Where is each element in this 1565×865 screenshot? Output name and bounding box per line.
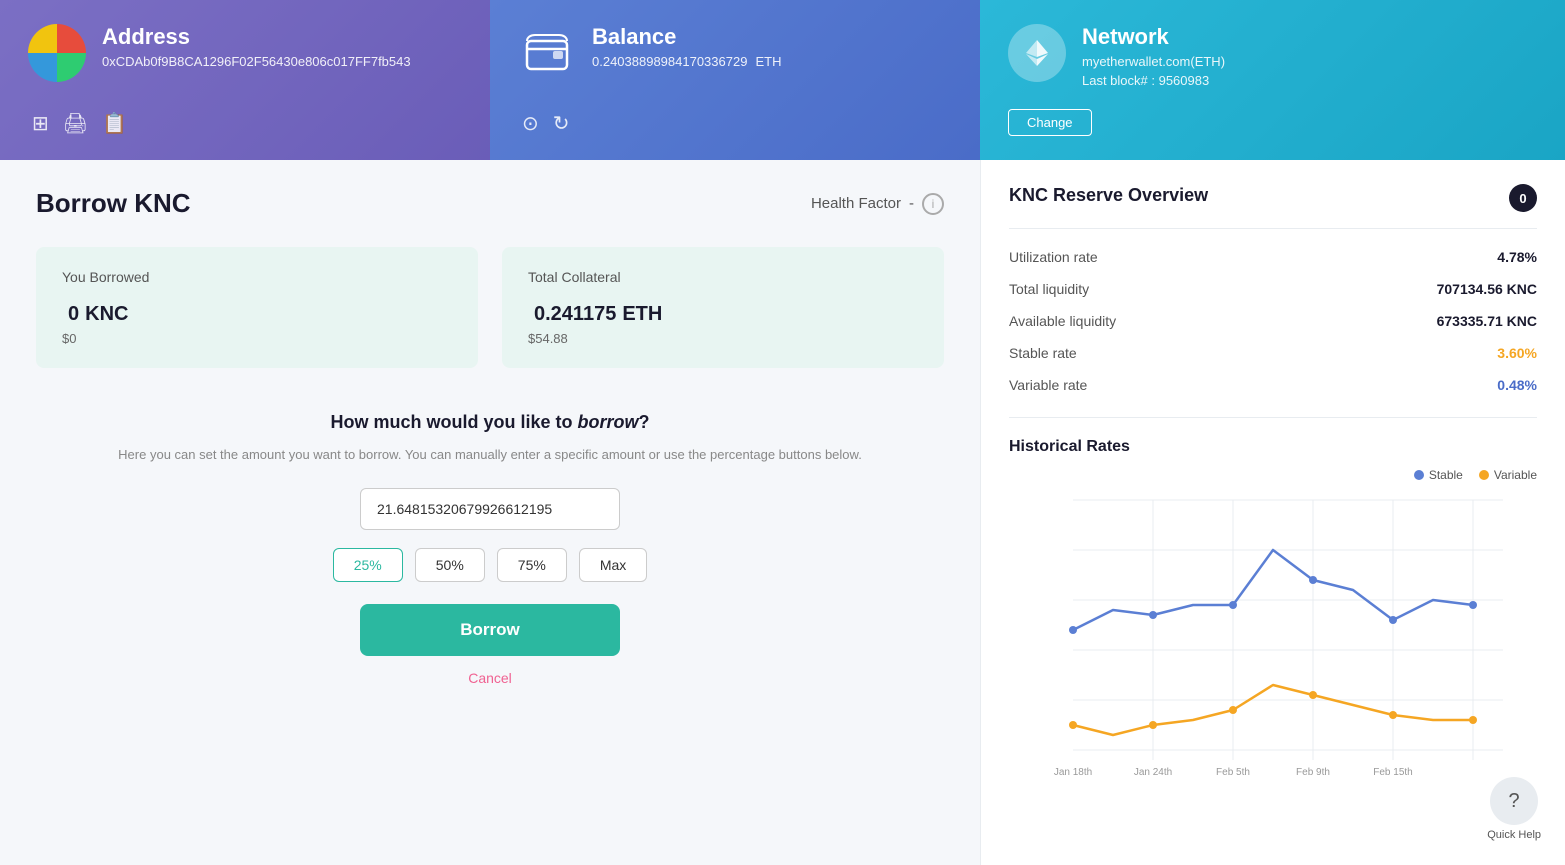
reserve-stats: Utilization rate 4.78% Total liquidity 7… [1009, 241, 1537, 401]
variable-legend: Variable [1479, 468, 1537, 482]
quick-help-label: Quick Help [1487, 829, 1541, 841]
right-panel: KNC Reserve Overview 0 Utilization rate … [980, 160, 1565, 865]
page-title: Borrow KNC [36, 188, 191, 219]
address-title: Address [102, 24, 411, 50]
borrowed-label: You Borrowed [62, 269, 452, 285]
stats-row: You Borrowed 0KNC $0 Total Collateral 0.… [36, 247, 944, 368]
print-icon[interactable]: 🖨 [63, 111, 88, 136]
cancel-link[interactable]: Cancel [76, 670, 904, 686]
health-factor-label: Health Factor [811, 195, 901, 212]
chart-title: Historical Rates [1009, 438, 1537, 456]
wallet-icon [518, 24, 576, 82]
balance-currency: ETH [755, 54, 781, 69]
borrow-button[interactable]: Borrow [360, 604, 620, 656]
network-card: Network myetherwallet.com(ETH) Last bloc… [980, 0, 1565, 160]
variable-rate-row: Variable rate 0.48% [1009, 369, 1537, 401]
collateral-label: Total Collateral [528, 269, 918, 285]
collateral-usd: $54.88 [528, 331, 918, 346]
svg-text:Jan 24th: Jan 24th [1134, 767, 1172, 778]
collateral-value: 0.241175ETH [528, 295, 918, 327]
svg-text:Feb 9th: Feb 9th [1296, 767, 1330, 778]
address-card: Address 0xCDAb0f9B8CA1296F02F56430e806c0… [0, 0, 490, 160]
amount-input[interactable] [360, 488, 620, 530]
svg-text:Feb 5th: Feb 5th [1216, 767, 1250, 778]
stable-rate-row: Stable rate 3.60% [1009, 337, 1537, 369]
chart-legend: Stable Variable [1009, 468, 1537, 482]
chart-svg: Jan 18th Jan 24th Feb 5th Feb 9th Feb 15… [1009, 490, 1537, 800]
network-block: Last block# : 9560983 [1082, 73, 1225, 88]
form-title: How much would you like to borrow? [76, 412, 904, 433]
percent-50-button[interactable]: 50% [415, 548, 485, 582]
more-icon[interactable]: ⊙ [522, 111, 539, 136]
network-title: Network [1082, 24, 1225, 50]
svg-text:Feb 15th: Feb 15th [1373, 767, 1412, 778]
main-content: Borrow KNC Health Factor - i You Borrowe… [0, 160, 1565, 865]
avatar [28, 24, 86, 82]
ethereum-icon [1008, 24, 1066, 82]
stable-legend: Stable [1414, 468, 1463, 482]
stable-dot [1414, 470, 1424, 480]
left-panel: Borrow KNC Health Factor - i You Borrowe… [0, 160, 980, 865]
balance-title: Balance [592, 24, 781, 50]
quick-help-button[interactable]: ? [1490, 777, 1538, 825]
network-provider: myetherwallet.com(ETH) [1082, 54, 1225, 69]
borrow-form: How much would you like to borrow? Here … [36, 404, 944, 694]
health-factor-dash: - [909, 195, 914, 212]
panel-header: KNC Reserve Overview 0 [1009, 184, 1537, 212]
utilization-row: Utilization rate 4.78% [1009, 241, 1537, 273]
page-header: Borrow KNC Health Factor - i [36, 188, 944, 219]
knc-badge: 0 [1509, 184, 1537, 212]
address-value: 0xCDAb0f9B8CA1296F02F56430e806c017FF7fb5… [102, 54, 411, 69]
form-description: Here you can set the amount you want to … [76, 445, 904, 466]
variable-dot [1479, 470, 1489, 480]
refresh-icon[interactable]: ↻ [553, 111, 570, 136]
borrowed-value: 0KNC [62, 295, 452, 327]
percent-75-button[interactable]: 75% [497, 548, 567, 582]
total-liquidity-row: Total liquidity 707134.56 KNC [1009, 273, 1537, 305]
available-liquidity-row: Available liquidity 673335.71 KNC [1009, 305, 1537, 337]
borrowed-card: You Borrowed 0KNC $0 [36, 247, 478, 368]
percent-25-button[interactable]: 25% [333, 548, 403, 582]
panel-title: KNC Reserve Overview [1009, 185, 1208, 206]
balance-value: 0.24038898984170336729 [592, 54, 747, 69]
chart-area: Jan 18th Jan 24th Feb 5th Feb 9th Feb 15… [1009, 490, 1537, 800]
copy-icon[interactable]: 📋 [102, 111, 127, 136]
balance-card: Balance 0.24038898984170336729 ETH ⊙ ↻ [490, 0, 980, 160]
health-info-icon[interactable]: i [922, 193, 944, 215]
chart-section: Historical Rates Stable Variable [1009, 438, 1537, 800]
percent-buttons: 25% 50% 75% Max [76, 548, 904, 582]
change-button[interactable]: Change [1008, 109, 1092, 136]
qr-icon[interactable]: ⊞ [32, 111, 49, 136]
quick-help[interactable]: ? Quick Help [1487, 777, 1541, 841]
percent-max-button[interactable]: Max [579, 548, 647, 582]
header: Address 0xCDAb0f9B8CA1296F02F56430e806c0… [0, 0, 1565, 160]
borrowed-usd: $0 [62, 331, 452, 346]
svg-text:Jan 18th: Jan 18th [1054, 767, 1092, 778]
health-factor: Health Factor - i [811, 193, 944, 215]
collateral-card: Total Collateral 0.241175ETH $54.88 [502, 247, 944, 368]
